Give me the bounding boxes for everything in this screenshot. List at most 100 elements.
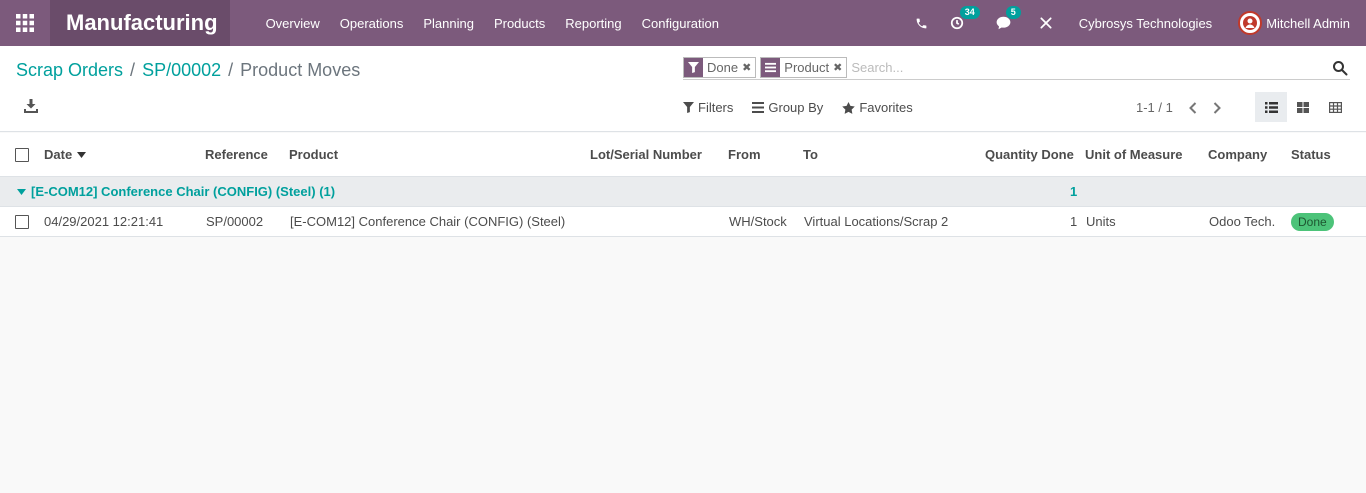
cell-quantity-done: 1	[1070, 214, 1078, 229]
user-menu[interactable]: Mitchell Admin	[1266, 16, 1350, 31]
search-input[interactable]	[851, 60, 1332, 75]
cell-unit-of-measure: Units	[1086, 214, 1116, 229]
menu-item-overview[interactable]: Overview	[266, 16, 320, 31]
row-select-cell	[15, 207, 29, 236]
select-all-cell	[15, 133, 29, 176]
messages-count-badge: 5	[1005, 6, 1021, 19]
export-button[interactable]	[24, 99, 38, 116]
kanban-view-button[interactable]	[1287, 92, 1319, 122]
column-status[interactable]: Status	[1291, 133, 1331, 176]
apps-menu-button[interactable]	[0, 0, 50, 46]
avatar[interactable]	[1238, 11, 1263, 35]
favorites-button[interactable]: Favorites	[842, 100, 913, 115]
facet-label: Product	[784, 60, 830, 75]
cell-company: Odoo Tech.	[1209, 214, 1276, 229]
chevron-right-icon	[1213, 101, 1221, 114]
app-title[interactable]: Manufacturing	[50, 0, 230, 46]
messages-button[interactable]: 5	[996, 6, 1021, 30]
close-icon[interactable]: ✖	[742, 61, 755, 74]
column-reference[interactable]: Reference	[205, 133, 268, 176]
clock-icon	[950, 16, 963, 30]
cell-from: WH/Stock	[729, 214, 787, 229]
group-icon	[761, 58, 781, 77]
list-view-icon	[1264, 101, 1278, 113]
menu-item-products[interactable]: Products	[494, 16, 545, 31]
control-panel: Scrap Orders / SP/00002 / Product Moves …	[0, 46, 1366, 132]
breadcrumb-separator: /	[228, 60, 234, 80]
pager-value[interactable]: 1-1 / 1	[1136, 100, 1173, 115]
top-navbar: Manufacturing Overview Operations Planni…	[0, 0, 1366, 46]
pager-next-button[interactable]	[1213, 101, 1221, 114]
breadcrumb-separator: /	[130, 60, 136, 80]
debug-tools-button[interactable]	[1039, 16, 1053, 30]
view-switcher	[1255, 92, 1351, 122]
sort-down-icon	[77, 151, 87, 158]
group-by-button[interactable]: Group By	[752, 100, 823, 115]
company-switcher[interactable]: Cybrosys Technologies	[1079, 16, 1212, 31]
search-options: Filters Group By Favorites	[683, 100, 932, 115]
filter-icon	[683, 102, 694, 113]
cell-reference: SP/00002	[206, 214, 264, 229]
pager-previous-button[interactable]	[1188, 101, 1197, 114]
column-from[interactable]: From	[728, 133, 761, 176]
cell-product: [E-COM12] Conference Chair (CONFIG) (Ste…	[290, 214, 566, 229]
kanban-view-icon	[1297, 101, 1309, 113]
column-quantity-done[interactable]: Quantity Done	[985, 133, 1074, 176]
filters-label: Filters	[698, 100, 734, 115]
download-icon	[24, 99, 38, 113]
group-label: [E-COM12] Conference Chair (CONFIG) (Ste…	[31, 184, 336, 199]
phone-icon	[916, 18, 927, 28]
menu-item-planning[interactable]: Planning	[423, 16, 474, 31]
column-date-label: Date	[44, 147, 73, 162]
breadcrumb: Scrap Orders / SP/00002 / Product Moves	[16, 60, 360, 81]
phone-button[interactable]	[915, 17, 928, 30]
pivot-view-button[interactable]	[1319, 92, 1351, 122]
row-checkbox[interactable]	[15, 214, 29, 229]
breadcrumb-sp00002[interactable]: SP/00002	[142, 60, 221, 81]
column-company[interactable]: Company	[1208, 133, 1267, 176]
main-menu: Overview Operations Planning Products Re…	[266, 16, 739, 31]
chevron-left-icon	[1188, 101, 1197, 114]
table-view-icon	[1328, 101, 1342, 113]
menu-item-reporting[interactable]: Reporting	[565, 16, 621, 31]
breadcrumb-scrap-orders[interactable]: Scrap Orders	[16, 60, 123, 81]
activities-count-badge: 34	[959, 6, 980, 19]
group-row[interactable]: [E-COM12] Conference Chair (CONFIG) (Ste…	[0, 177, 1366, 207]
column-unit-of-measure[interactable]: Unit of Measure	[1085, 133, 1183, 176]
pager: 1-1 / 1	[1136, 100, 1221, 115]
facet-label: Done	[707, 60, 739, 75]
search-facet-done[interactable]: Done ✖	[683, 57, 757, 78]
column-lot-serial[interactable]: Lot/Serial Number	[590, 133, 702, 176]
search-bar: Done ✖ Product ✖	[683, 56, 1350, 80]
caret-down-icon	[17, 188, 26, 195]
column-to[interactable]: To	[803, 133, 818, 176]
search-icon[interactable]	[1332, 60, 1348, 76]
list-view-table: Date Reference Product Lot/Serial Number…	[0, 133, 1366, 237]
table-header-row: Date Reference Product Lot/Serial Number…	[0, 133, 1366, 177]
cell-date: 04/29/2021 12:21:41	[44, 214, 164, 229]
activities-button[interactable]: 34	[950, 6, 980, 30]
column-date[interactable]: Date	[44, 133, 87, 176]
cell-to: Virtual Locations/Scrap 2	[804, 214, 949, 229]
systray: 34 5 Cybrosys Technologies Mitchell Admi…	[915, 0, 1366, 46]
list-view-button[interactable]	[1255, 92, 1287, 122]
list-icon	[752, 102, 765, 113]
status-badge: Done	[1291, 212, 1334, 231]
group-by-label: Group By	[768, 100, 824, 115]
page-title: Product Moves	[240, 60, 361, 80]
close-icon[interactable]: ✖	[833, 61, 846, 74]
select-all-checkbox[interactable]	[15, 147, 29, 162]
filter-icon	[684, 58, 703, 77]
tools-icon	[1040, 17, 1052, 29]
search-facet-product[interactable]: Product ✖	[760, 57, 848, 78]
menu-item-operations[interactable]: Operations	[340, 16, 404, 31]
apps-grid-icon	[16, 14, 34, 32]
group-header: [E-COM12] Conference Chair (CONFIG) (Ste…	[17, 177, 335, 206]
menu-item-configuration[interactable]: Configuration	[642, 16, 719, 31]
star-icon	[842, 101, 856, 114]
user-avatar-icon	[1243, 16, 1258, 30]
favorites-label: Favorites	[859, 100, 913, 115]
table-row[interactable]: 04/29/2021 12:21:41 SP/00002 [E-COM12] C…	[0, 207, 1366, 237]
column-product[interactable]: Product	[289, 133, 338, 176]
filters-button[interactable]: Filters	[683, 100, 733, 115]
